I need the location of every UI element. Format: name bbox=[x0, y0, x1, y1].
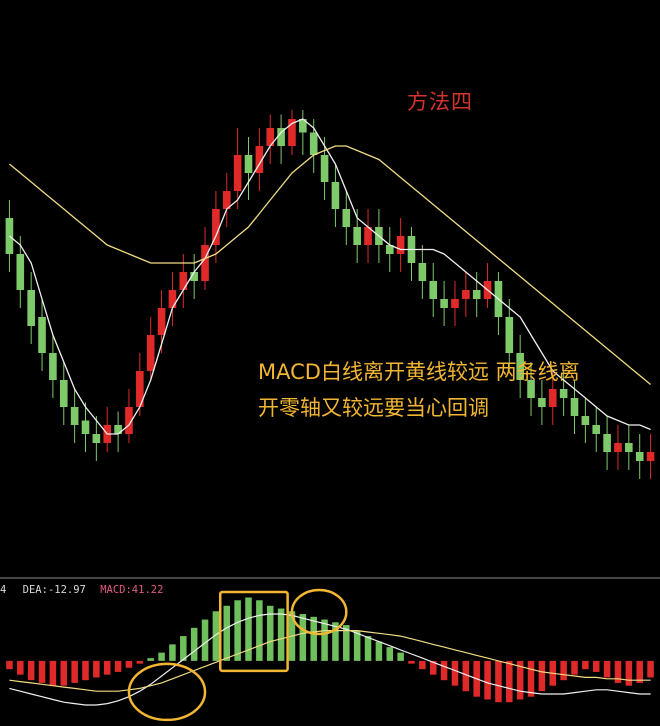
macd-histogram-bar bbox=[234, 600, 241, 661]
macd-histogram-bar bbox=[364, 636, 372, 661]
candle-body bbox=[179, 272, 188, 290]
macd-histogram-bar bbox=[386, 647, 394, 661]
candle-body bbox=[646, 452, 655, 461]
candle-body bbox=[92, 434, 101, 443]
candle-body bbox=[462, 290, 470, 299]
candle-body bbox=[451, 299, 459, 308]
macd-histogram-bar bbox=[397, 652, 404, 661]
macd-histogram-bar bbox=[603, 660, 611, 678]
chart-title: 方法四 bbox=[407, 90, 473, 114]
fast-moving-average-line bbox=[8, 118, 651, 435]
candle-body bbox=[592, 425, 601, 434]
candle-body bbox=[212, 209, 220, 245]
candle-body bbox=[320, 155, 329, 182]
candle-body bbox=[16, 254, 25, 290]
macd-histogram-bar bbox=[484, 660, 491, 700]
macd-histogram-bar bbox=[419, 660, 426, 670]
macd-histogram-bar bbox=[93, 660, 100, 678]
macd-histogram-bar bbox=[571, 660, 578, 675]
candle-body bbox=[635, 452, 644, 461]
macd-histogram-bar bbox=[190, 627, 198, 661]
candle-body bbox=[201, 245, 209, 281]
candle-body bbox=[559, 389, 568, 398]
highlight-ellipse bbox=[290, 588, 348, 636]
candle-body bbox=[38, 317, 46, 353]
candle-body bbox=[27, 290, 35, 326]
macd-histogram-bar bbox=[256, 600, 263, 661]
macd-histogram-bar bbox=[538, 660, 546, 692]
kline-chart-view: 方法四 MACD白线离开黄线较远 两条线离 开零轴又较远要当心回调 4 DEA:… bbox=[0, 0, 660, 722]
macd-histogram-bar bbox=[451, 660, 459, 686]
candle-body bbox=[440, 299, 448, 308]
macd-histogram-bar bbox=[38, 660, 46, 683]
macd-histogram-bar bbox=[527, 660, 535, 697]
candle-body bbox=[233, 155, 242, 191]
candle-body bbox=[429, 281, 438, 299]
candle-body bbox=[114, 425, 122, 434]
macd-histogram-bar bbox=[647, 660, 654, 678]
candle-body bbox=[70, 407, 79, 425]
macd-histogram-bar bbox=[299, 614, 307, 661]
macd-histogram-bar bbox=[114, 660, 122, 672]
candle-body bbox=[331, 182, 340, 209]
candle-body bbox=[353, 227, 361, 245]
slow-moving-average-line bbox=[8, 145, 652, 386]
macd-histogram-bar bbox=[125, 660, 133, 668]
macd-histogram-bar bbox=[495, 660, 502, 703]
candle-body bbox=[603, 434, 611, 452]
candle-body bbox=[548, 389, 557, 407]
annotation-line-2: 开零轴又较远要当心回调 bbox=[258, 396, 489, 420]
legend-dea: DEA:-12.97 bbox=[22, 584, 86, 596]
macd-histogram-bar bbox=[440, 660, 448, 681]
candle-body bbox=[625, 443, 633, 452]
macd-histogram-bar bbox=[353, 630, 361, 661]
macd-histogram-bar bbox=[560, 660, 567, 681]
macd-histogram-bar bbox=[60, 660, 68, 686]
candle-body bbox=[309, 132, 318, 155]
candle-body bbox=[146, 335, 155, 371]
macd-histogram-bar bbox=[136, 660, 144, 664]
macd-histogram-bar bbox=[321, 619, 328, 661]
macd-histogram-bar bbox=[408, 660, 415, 664]
candle-body bbox=[472, 290, 481, 299]
legend-macd: MACD:41.22 bbox=[100, 584, 164, 596]
candle-body bbox=[49, 353, 57, 380]
candle-body bbox=[157, 308, 166, 335]
macd-histogram-bar bbox=[17, 660, 24, 675]
macd-histogram-bar bbox=[103, 660, 111, 675]
candle-body bbox=[570, 398, 579, 416]
annotation-line-1: MACD白线离开黄线较远 两条线离 bbox=[258, 360, 580, 384]
macd-histogram-bar bbox=[82, 660, 89, 681]
macd-histogram-bar bbox=[506, 660, 513, 703]
macd-histogram-bar bbox=[169, 644, 176, 661]
candle-body bbox=[59, 380, 68, 407]
macd-histogram-bar bbox=[223, 605, 231, 661]
macd-histogram-bar bbox=[625, 660, 633, 686]
macd-histogram-bar bbox=[71, 660, 78, 683]
candle-body bbox=[81, 420, 90, 434]
macd-histogram-bar bbox=[310, 616, 317, 661]
candle-body bbox=[396, 236, 405, 254]
macd-histogram-bar bbox=[375, 641, 383, 661]
macd-legend: 4 DEA:-12.97 MACD:41.22 bbox=[0, 584, 163, 596]
legend-lead-value: 4 bbox=[0, 584, 7, 596]
macd-histogram-bar bbox=[6, 660, 13, 670]
macd-histogram-bar bbox=[201, 619, 209, 661]
candle-body bbox=[418, 263, 427, 281]
macd-histogram-bar bbox=[582, 660, 589, 670]
macd-histogram-bar bbox=[147, 658, 154, 661]
highlight-box bbox=[218, 590, 289, 673]
candle-body bbox=[538, 398, 546, 407]
macd-histogram-bar bbox=[158, 652, 165, 661]
candle-body bbox=[342, 209, 351, 227]
macd-histogram-bar bbox=[49, 660, 57, 686]
candle-body bbox=[505, 317, 514, 353]
candle-body bbox=[244, 155, 253, 173]
candle-body bbox=[614, 443, 622, 452]
candle-body bbox=[581, 416, 590, 425]
macd-histogram-bar bbox=[592, 660, 600, 672]
macd-histogram-bar bbox=[277, 608, 285, 661]
macd-histogram-bar bbox=[27, 660, 35, 681]
candle-body bbox=[168, 290, 177, 308]
